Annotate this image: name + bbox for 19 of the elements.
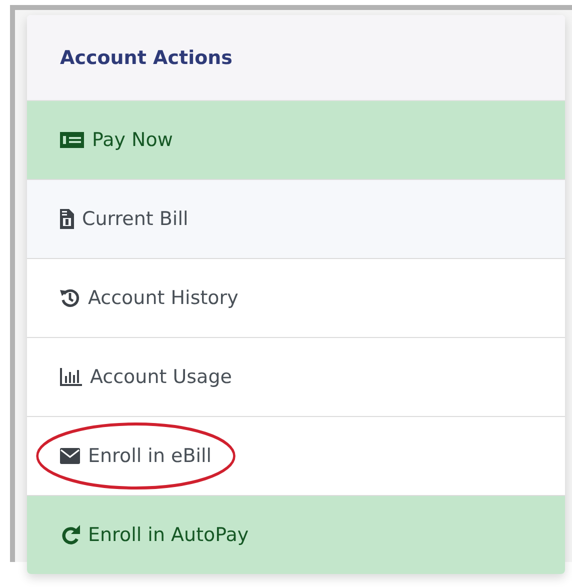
item-label: Account History (88, 287, 238, 309)
list-item[interactable]: Account Usage (27, 338, 565, 417)
item-label: Enroll in AutoPay (88, 524, 249, 546)
list-item[interactable]: Pay Now (27, 101, 565, 180)
redo-icon (60, 525, 80, 545)
list-item[interactable]: Enroll in eBill (27, 417, 565, 496)
card-title: Account Actions (60, 46, 232, 68)
list-item[interactable]: Enroll in AutoPay (27, 496, 565, 574)
item-label: Account Usage (90, 366, 232, 388)
envelope-icon (60, 448, 80, 464)
item-label: Pay Now (92, 129, 173, 151)
item-label: Current Bill (82, 208, 188, 230)
list-item[interactable]: Current Bill (27, 180, 565, 259)
invoice-icon (60, 209, 74, 229)
list-item[interactable]: Account History (27, 259, 565, 338)
bar-chart-icon (60, 368, 82, 386)
history-icon (60, 288, 80, 308)
item-label: Enroll in eBill (88, 445, 212, 467)
money-bill-icon (60, 132, 84, 148)
